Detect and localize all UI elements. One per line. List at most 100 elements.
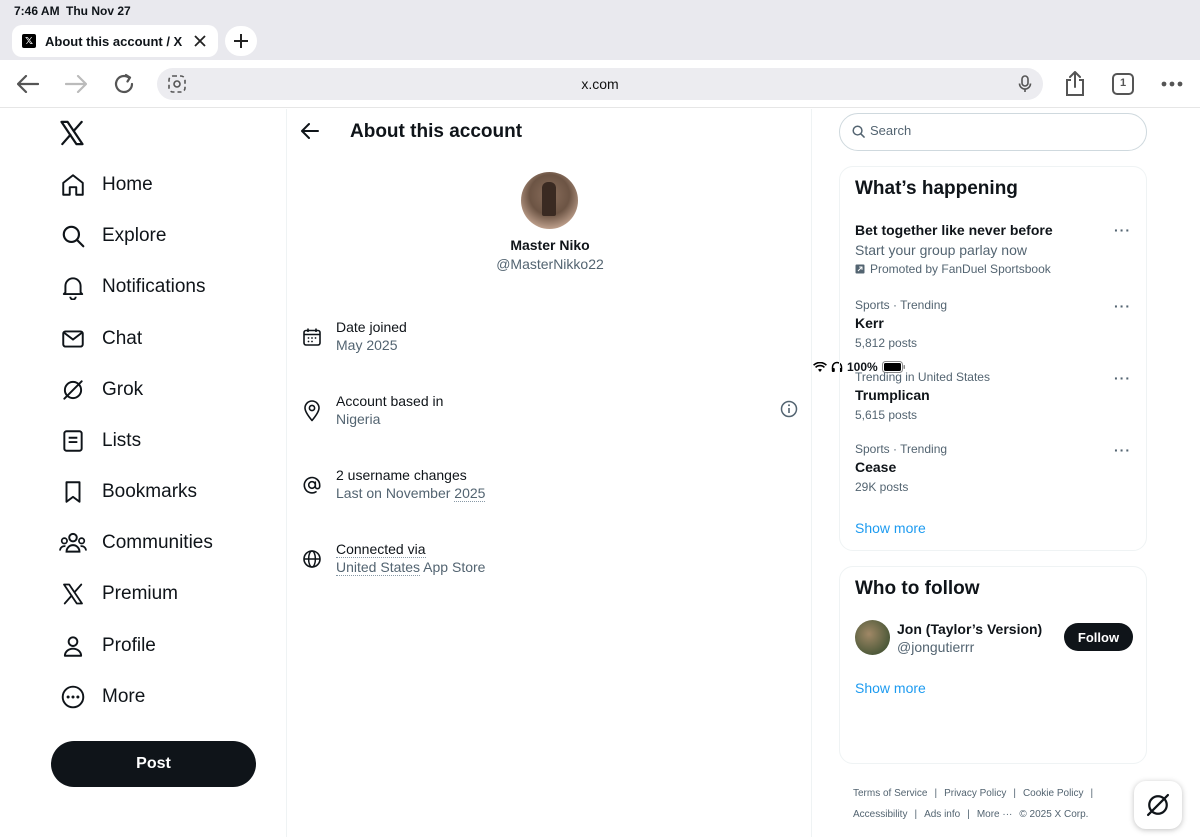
info-value-prefix: Last on November: [336, 485, 455, 501]
home-icon: [58, 170, 88, 200]
reload-icon: [114, 73, 134, 94]
x-logo-icon: [58, 579, 88, 609]
whats-happening-card: What’s happening Bet together like never…: [839, 166, 1147, 551]
nav-label: Home: [102, 174, 153, 195]
url-text: x.com: [581, 76, 619, 92]
bookmark-icon: [58, 477, 88, 507]
trend-count: 5,615 posts: [855, 408, 918, 422]
globe-icon: [300, 547, 324, 571]
nav-label: More: [102, 686, 146, 707]
more-horizontal-icon[interactable]: ···: [1114, 298, 1131, 314]
info-value-country[interactable]: United States: [336, 559, 421, 576]
footer-divider: |: [914, 809, 918, 820]
back-arrow-icon[interactable]: [300, 121, 322, 143]
footer-terms-link[interactable]: Terms of Service: [853, 788, 927, 799]
nav-item-chat[interactable]: Chat: [58, 319, 142, 359]
nav-label: Notifications: [102, 276, 206, 297]
search-icon: [852, 125, 865, 143]
nav-label: Chat: [102, 328, 143, 349]
footer-divider: |: [1013, 788, 1016, 799]
nav-item-grok[interactable]: Grok: [58, 370, 143, 410]
nav-label: Bookmarks: [102, 481, 198, 502]
microphone-icon[interactable]: [1015, 74, 1035, 99]
tabs-overview-button[interactable]: 1: [1111, 72, 1135, 96]
footer-divider: |: [1090, 788, 1094, 799]
browser-menu-button[interactable]: [1160, 72, 1184, 96]
nav-item-communities[interactable]: Communities: [58, 523, 213, 563]
avatar[interactable]: [855, 620, 890, 655]
follow-button[interactable]: Follow: [1064, 623, 1133, 651]
nav-label: Explore: [102, 225, 167, 246]
left-navigation: Home Explore Notifications Chat Grok Lis…: [0, 109, 287, 837]
nav-item-home[interactable]: Home: [58, 165, 153, 205]
mail-icon: [58, 324, 88, 354]
nav-item-explore[interactable]: Explore: [58, 216, 166, 256]
grok-icon: [1146, 793, 1170, 817]
new-tab-button[interactable]: [225, 26, 257, 56]
trend-meta: Sports · Trending: [855, 298, 948, 312]
reload-button[interactable]: [112, 72, 136, 96]
more-horizontal-icon[interactable]: ···: [1114, 222, 1131, 238]
footer-links: Terms of Service | Privacy Policy | Cookie P…: [853, 783, 1133, 825]
tab-title: About this account / X: [45, 33, 183, 49]
trend-count: 5,812 posts: [855, 336, 918, 350]
x-logo-icon[interactable]: [58, 119, 90, 151]
footer-more-link[interactable]: More ···: [977, 809, 1013, 820]
card-title: Who to follow: [855, 578, 980, 599]
info-value: Nigeria: [336, 411, 381, 427]
browser-tab-active[interactable]: 𝕏 About this account / X: [12, 25, 218, 57]
trend-meta: Trending in United States: [855, 370, 990, 384]
browser-toolbar: x.com 1: [0, 60, 1200, 108]
search-box[interactable]: [839, 113, 1147, 151]
share-icon: [1066, 71, 1084, 96]
nav-label: Profile: [102, 635, 156, 656]
nav-label: Lists: [102, 430, 142, 451]
calendar-icon: [300, 325, 324, 349]
follow-user-handle: @jongutierrr: [897, 639, 975, 655]
show-more-link[interactable]: Show more: [855, 680, 926, 696]
share-button[interactable]: [1063, 71, 1087, 96]
more-horizontal-icon[interactable]: ···: [1114, 370, 1131, 386]
address-bar[interactable]: x.com: [157, 68, 1043, 100]
nav-item-premium[interactable]: Premium: [58, 574, 178, 614]
trend-count: 29K posts: [855, 480, 909, 494]
footer-privacy-link[interactable]: Privacy Policy: [944, 788, 1006, 799]
nav-item-notifications[interactable]: Notifications: [58, 267, 206, 307]
trend-item[interactable]: Sports · Trending Kerr 5,812 posts ···: [855, 298, 1133, 350]
info-row-date-joined: Date joined May 2025: [300, 319, 800, 359]
show-more-link[interactable]: Show more: [855, 520, 926, 536]
footer-accessibility-link[interactable]: Accessibility: [853, 809, 907, 820]
nav-item-lists[interactable]: Lists: [58, 421, 141, 461]
profile-avatar[interactable]: [521, 172, 578, 229]
promoted-trend[interactable]: Bet together like never before Start you…: [855, 222, 1133, 276]
list-icon: [58, 426, 88, 456]
arrow-right-icon: [65, 75, 87, 93]
grok-icon: [58, 375, 88, 405]
info-title[interactable]: Connected via: [336, 541, 426, 558]
status-bar: 7:46 AM Thu Nov 27 100%: [0, 0, 1200, 374]
grok-floating-button[interactable]: [1134, 781, 1182, 829]
footer-divider: |: [967, 809, 970, 820]
nav-item-profile[interactable]: Profile: [58, 626, 156, 666]
close-tab-icon[interactable]: [192, 33, 208, 49]
right-sidebar: What’s happening Bet together like never…: [813, 109, 1200, 837]
who-to-follow-card: Who to follow Jon (Taylor’s Version) @jo…: [839, 566, 1147, 764]
post-button[interactable]: Post: [51, 741, 256, 787]
info-value: Last on November 2025: [336, 485, 486, 502]
search-input[interactable]: [870, 123, 1130, 138]
trend-item[interactable]: Sports · Trending Cease 29K posts ···: [855, 442, 1133, 494]
info-value-year[interactable]: 2025: [454, 485, 486, 502]
nav-item-bookmarks[interactable]: Bookmarks: [58, 472, 197, 512]
bell-icon: [58, 272, 88, 302]
footer-ads-link[interactable]: Ads info: [924, 809, 960, 820]
follow-user-name[interactable]: Jon (Taylor’s Version): [897, 621, 1042, 637]
more-horizontal-icon[interactable]: ···: [1114, 442, 1131, 458]
back-button[interactable]: [16, 72, 40, 96]
nav-item-more[interactable]: More: [58, 677, 145, 717]
forward-button[interactable]: [64, 72, 88, 96]
trend-item[interactable]: Trending in United States Trumplican 5,6…: [855, 370, 1133, 422]
footer-cookie-link[interactable]: Cookie Policy: [1023, 788, 1084, 799]
nav-label: Grok: [102, 379, 144, 400]
info-circle-icon[interactable]: [780, 400, 800, 420]
trend-name: Cease: [855, 459, 897, 475]
